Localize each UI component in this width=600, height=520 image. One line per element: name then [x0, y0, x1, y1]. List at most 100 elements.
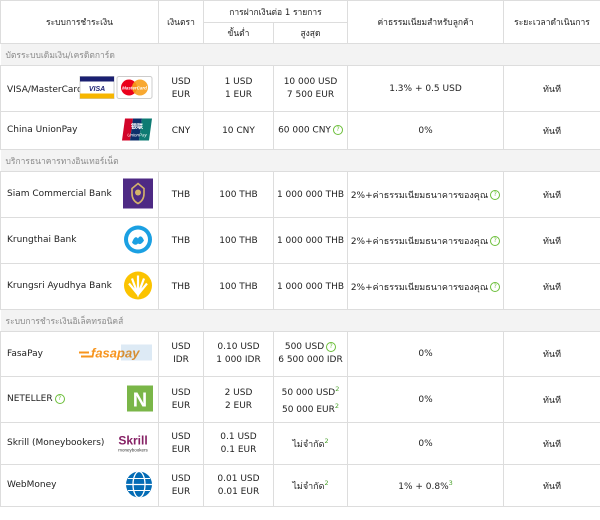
time-cell: ทันที [503, 65, 600, 112]
table-row: Skrill (Moneybookers) Skrill moneybooker… [0, 422, 600, 465]
fee-cell: 0% [347, 376, 504, 423]
help-icon[interactable]: ? [490, 190, 501, 200]
max-cell: ไม่จำกัด2 [273, 464, 348, 507]
payment-methods-table: ระบบการชำระเงิน เงินตรา การฝากเงินต่อ 1 … [0, 0, 600, 507]
currency-cell: USD EUR [158, 464, 204, 507]
help-icon[interactable]: ? [54, 394, 65, 405]
method-cell: Skrill (Moneybookers) Skrill moneybooker… [0, 422, 159, 465]
fee-cell: 0% [347, 111, 504, 150]
currency-value: IDR [173, 355, 189, 365]
unionpay-logo: 银联 UnionPay [121, 116, 153, 145]
krungsri-logo [123, 270, 153, 303]
currency-cell: THB [158, 171, 204, 218]
method-name: Skrill (Moneybookers) [7, 438, 105, 449]
header-min: ขั้นต่ำ [203, 22, 274, 44]
min-value: 0.01 EUR [217, 486, 260, 497]
currency-value: USD [171, 431, 191, 442]
fee-cell: 2%+ค่าธรรมเนียมธนาคารของคุณ? [347, 217, 504, 264]
min-cell: 0.10 USD 1 000 IDR [203, 331, 274, 377]
currency-value: EUR [171, 400, 191, 411]
scb-logo [123, 178, 153, 211]
fee-cell: 2%+ค่าธรรมเนียมธนาคารของคุณ? [347, 263, 504, 310]
fee-cell: 0% [347, 331, 504, 377]
min-value: 1 USD [224, 76, 253, 87]
currency-cell: USD EUR [158, 65, 204, 112]
method-name: Krungsri Ayudhya Bank [7, 281, 112, 292]
min-value: 1 000 IDR [216, 355, 261, 365]
header-processing-time: ระยะเวลาดำเนินการ [503, 0, 600, 44]
method-cell: Siam Commercial Bank [0, 171, 159, 218]
section-cards: บัตรระบบเดิมเงิน/เครดิตการ์ด [0, 43, 600, 66]
max-value: 7 500 EUR [286, 89, 335, 100]
max-value: 6 500 000 IDR [278, 355, 343, 365]
svg-text:VISA: VISA [89, 86, 105, 93]
max-cell: 1 000 000 THB [273, 171, 348, 218]
min-cell: 2 USD 2 EUR [203, 376, 274, 423]
svg-text:moneybookers: moneybookers [118, 447, 148, 452]
min-cell: 10 CNY [203, 111, 274, 150]
max-cell: 10 000 USD 7 500 EUR [273, 65, 348, 112]
section-banking: บริการธนาคารทางอินเทอร์เน็ต [0, 149, 600, 172]
time-cell: ทันที [503, 111, 600, 150]
method-cell: WebMoney [0, 464, 159, 507]
help-icon[interactable]: ? [490, 282, 501, 292]
footnote-marker: 2 [324, 436, 329, 445]
method-cell: Krungthai Bank [0, 217, 159, 264]
krungthai-logo [123, 224, 153, 257]
fee-cell: 1% + 0.8%3 [347, 464, 504, 507]
help-icon[interactable]: ? [490, 236, 501, 246]
currency-value: USD [171, 387, 191, 398]
method-cell: VISA/MasterCard4 VISA MasterCard [0, 65, 159, 112]
footnote-marker: 2 [334, 401, 340, 410]
max-cell: 500 USD? 6 500 000 IDR [273, 331, 348, 377]
fee-cell: 2%+ค่าธรรมเนียมธนาคารของคุณ? [347, 171, 504, 218]
min-value: 2 USD [224, 387, 253, 398]
fee-value: 2%+ค่าธรรมเนียมธนาคารของคุณ [350, 236, 489, 247]
min-cell: 100 THB [203, 217, 274, 264]
svg-text:MasterCard: MasterCard [122, 85, 147, 90]
fee-value: 2%+ค่าธรรมเนียมธนาคารของคุณ [350, 282, 489, 293]
method-name: Siam Commercial Bank [7, 189, 112, 200]
min-value: 0.1 EUR [220, 444, 257, 455]
max-cell: 1 000 000 THB [273, 217, 348, 264]
help-icon[interactable]: ? [326, 341, 337, 352]
webmoney-logo [125, 470, 153, 501]
currency-cell: USD EUR [158, 376, 204, 423]
currency-value: USD [171, 473, 191, 484]
svg-text:UnionPay: UnionPay [127, 132, 147, 137]
time-cell: ทันที [503, 422, 600, 465]
header-currency: เงินตรา [158, 0, 204, 44]
min-value: 0.01 USD [217, 473, 260, 484]
method-cell: FasaPay fasapay [0, 331, 159, 377]
currency-cell: THB [158, 217, 204, 264]
currency-value: USD [171, 342, 191, 352]
min-value: 2 EUR [224, 400, 253, 411]
min-cell: 100 THB [203, 263, 274, 310]
table-row: China UnionPay 银联 UnionPay CNY 10 CNY 60… [0, 111, 600, 150]
table-row: NETELLER? N USD EUR 2 USD 2 EUR 50 000 USD… [0, 376, 600, 423]
currency-cell: CNY [158, 111, 204, 150]
currency-cell: THB [158, 263, 204, 310]
header-per-transaction: การฝากเงินต่อ 1 รายการ [203, 0, 348, 23]
help-icon[interactable]: ? [332, 125, 343, 136]
method-name: Krungthai Bank [7, 235, 77, 246]
svg-text:N: N [133, 389, 147, 411]
min-value: 0.1 USD [220, 431, 257, 442]
currency-value: EUR [171, 486, 191, 497]
time-cell: ทันที [503, 376, 600, 423]
time-cell: ทันที [503, 217, 600, 264]
svg-text:Skrill: Skrill [118, 433, 147, 447]
currency-value: EUR [171, 444, 191, 455]
table-row: FasaPay fasapay USD IDR 0.10 USD 1 000 IDR… [0, 331, 600, 377]
visa-mastercard-logo: VISA MasterCard [79, 75, 153, 102]
min-cell: 0.1 USD 0.1 EUR [203, 422, 274, 465]
section-ewallet: ระบบการชำระเงินอิเล็คทรอนิคส์ [0, 309, 600, 332]
method-name: VISA/MasterCard [7, 84, 83, 95]
min-value: 0.10 USD [217, 342, 260, 352]
table-row: WebMoney USD EUR 0.01 USD 0.01 EUR ไม่จำกั… [0, 464, 600, 507]
max-value: 50 000 EUR [281, 404, 335, 415]
currency-value: EUR [171, 89, 191, 100]
table-row: Krungsri Ayudhya Bank THB 100 THB 1 000 … [0, 263, 600, 310]
max-cell: 50 000 USD2 50 000 EUR2 [273, 376, 348, 423]
max-cell: ไม่จำกัด2 [273, 422, 348, 465]
